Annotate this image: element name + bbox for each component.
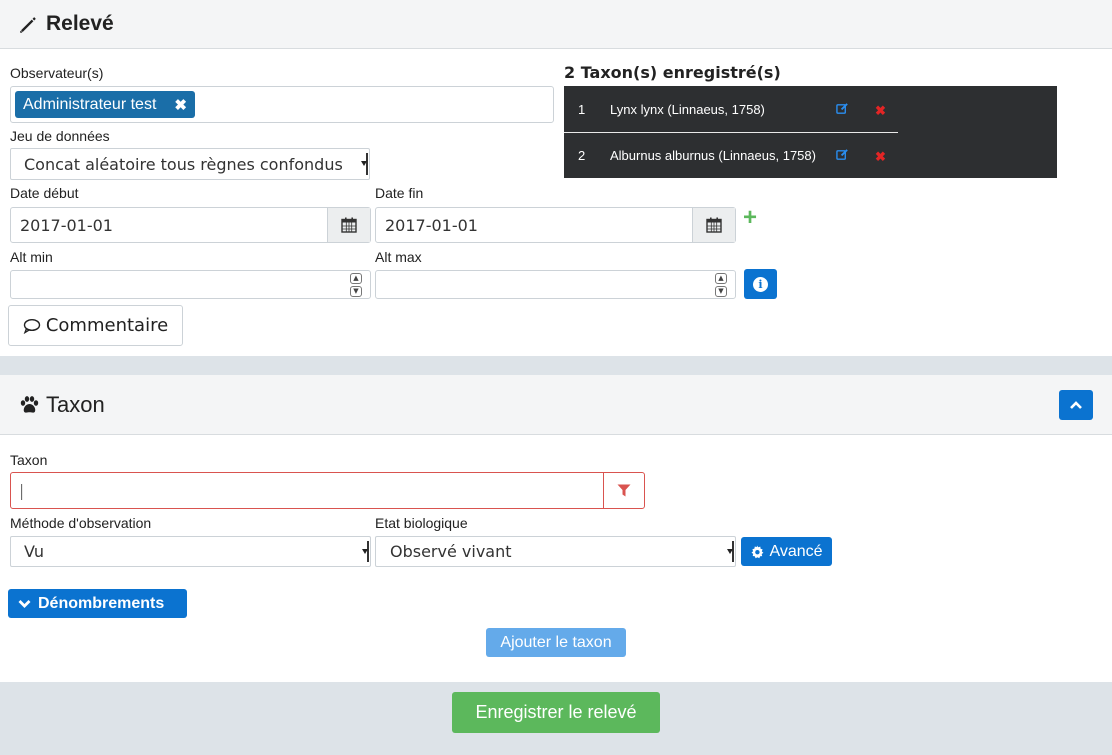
date-end-label: Date fin [375, 185, 424, 201]
taxa-count-heading: 2 Taxon(s) enregistré(s) [564, 63, 781, 82]
advanced-button[interactable]: Avancé [741, 537, 832, 566]
comment-label: Commentaire [45, 315, 169, 336]
alt-min-input[interactable]: ▲ ▼ [10, 270, 371, 299]
alt-min-label: Alt min [10, 249, 53, 265]
releve-panel: Relevé Observateur(s) Administrateur tes… [0, 0, 1112, 356]
add-taxon-button[interactable]: Ajouter le taxon [486, 628, 626, 657]
taxa-row[interactable]: 2 Alburnus alburnus (Linnaeus, 1758) ✖ [564, 132, 1057, 178]
taxon-input-cursor: | [19, 481, 25, 500]
method-value: Vu [24, 542, 44, 561]
dataset-value: Concat aléatoire tous règnes confondus [24, 154, 343, 174]
date-start-value: 2017-01-01 [20, 215, 113, 235]
taxon-panel: Taxon Taxon | Méthode d'observation Vu E… [0, 375, 1112, 682]
date-end-value: 2017-01-01 [385, 215, 478, 235]
date-start-input[interactable]: 2017-01-01 [10, 207, 371, 243]
taxa-row-name: Lynx lynx (Linnaeus, 1758) [610, 101, 765, 117]
edit-icon[interactable] [836, 102, 849, 115]
alt-min-spinner[interactable]: ▲ ▼ [350, 273, 362, 297]
add-date-icon[interactable]: + [743, 206, 757, 230]
taxon-search-input[interactable]: | [10, 472, 645, 509]
method-caret-icon [362, 541, 369, 562]
gear-icon [751, 545, 764, 558]
footer-bar: Enregistrer le relevé [0, 682, 1112, 755]
chevron-up-icon [1070, 400, 1082, 409]
releve-header: Relevé [0, 0, 1112, 49]
dataset-select[interactable]: Concat aléatoire tous règnes confondus [10, 148, 370, 180]
taxon-filter-button[interactable] [603, 473, 644, 508]
taxa-row-name: Alburnus alburnus (Linnaeus, 1758) [610, 147, 816, 163]
save-releve-label: Enregistrer le relevé [475, 702, 637, 722]
alt-max-spinner[interactable]: ▲ ▼ [715, 273, 727, 297]
method-label: Méthode d'observation [10, 515, 152, 531]
delete-icon[interactable]: ✖ [875, 149, 886, 165]
bio-state-value: Observé vivant [390, 542, 512, 561]
info-icon: i [753, 276, 768, 292]
counts-toggle-button[interactable]: Dénombrements [8, 589, 187, 618]
releve-title: Relevé [18, 12, 114, 36]
bio-state-caret-icon [727, 541, 734, 562]
delete-icon[interactable]: ✖ [875, 103, 886, 119]
paw-icon [20, 395, 39, 413]
taxa-table: 1 Lynx lynx (Linnaeus, 1758) ✖ 2 Alburnu… [564, 86, 1057, 178]
remove-observer-icon[interactable]: ✖ [174, 96, 187, 114]
method-select[interactable]: Vu [10, 536, 371, 567]
observer-chip[interactable]: Administrateur test ✖ [15, 91, 195, 118]
comment-icon [23, 318, 41, 334]
taxa-row[interactable]: 1 Lynx lynx (Linnaeus, 1758) ✖ [564, 86, 1057, 132]
save-releve-button[interactable]: Enregistrer le relevé [452, 692, 660, 733]
chevron-down-icon [18, 599, 31, 608]
observers-label: Observateur(s) [10, 65, 104, 81]
add-taxon-label: Ajouter le taxon [500, 633, 612, 651]
observer-chip-label: Administrateur test [23, 95, 157, 113]
taxon-label: Taxon [10, 452, 48, 468]
counts-label: Dénombrements [38, 594, 165, 612]
calendar-icon [341, 217, 357, 233]
alt-max-label: Alt max [375, 249, 422, 265]
bio-state-select[interactable]: Observé vivant [375, 536, 736, 567]
date-start-calendar-button[interactable] [327, 208, 370, 242]
taxon-header: Taxon [0, 375, 1112, 435]
alt-info-button[interactable]: i [744, 269, 777, 299]
dataset-label: Jeu de données [10, 128, 110, 144]
collapse-button[interactable] [1059, 389, 1093, 420]
calendar-icon [706, 217, 722, 233]
pencil-icon [20, 17, 36, 33]
filter-icon [617, 484, 631, 497]
edit-icon[interactable] [836, 148, 849, 161]
date-end-input[interactable]: 2017-01-01 [375, 207, 736, 243]
dataset-caret-icon [361, 153, 368, 175]
taxon-panel-title: Taxon [18, 392, 105, 418]
taxa-row-number: 1 [578, 101, 586, 117]
comment-button[interactable]: Commentaire [8, 305, 183, 346]
advanced-label: Avancé [769, 542, 823, 560]
alt-max-input[interactable]: ▲ ▼ [375, 270, 736, 299]
date-end-calendar-button[interactable] [692, 208, 735, 242]
bio-state-label: Etat biologique [375, 515, 468, 531]
date-start-label: Date début [10, 185, 79, 201]
taxa-row-number: 2 [578, 147, 586, 163]
